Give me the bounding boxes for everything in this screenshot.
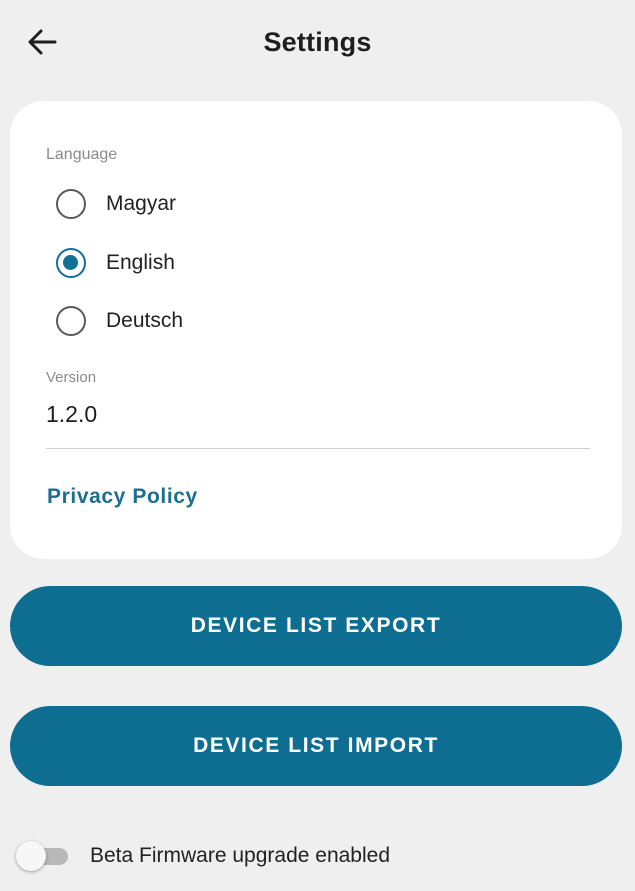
radio-button-magyar[interactable] bbox=[56, 189, 86, 219]
top-app-bar: Settings bbox=[0, 0, 635, 90]
radio-button-deutsch[interactable] bbox=[56, 306, 86, 336]
language-option-deutsch[interactable]: Deutsch bbox=[56, 301, 183, 341]
settings-screen: Settings Language Magyar English Deutsch… bbox=[0, 0, 635, 891]
language-option-label: Magyar bbox=[106, 192, 177, 215]
language-option-label: English bbox=[106, 251, 175, 274]
radio-button-english[interactable] bbox=[56, 248, 86, 278]
language-option-english[interactable]: English bbox=[56, 243, 175, 283]
settings-card: Language Magyar English Deutsch Version … bbox=[10, 101, 622, 559]
device-list-export-button[interactable]: DEVICE LIST EXPORT bbox=[10, 586, 622, 666]
beta-firmware-row: Beta Firmware upgrade enabled bbox=[14, 836, 390, 876]
version-label: Version bbox=[46, 369, 97, 386]
device-list-import-button[interactable]: DEVICE LIST IMPORT bbox=[10, 706, 622, 786]
beta-firmware-toggle[interactable] bbox=[14, 836, 74, 876]
toggle-thumb bbox=[16, 841, 46, 871]
version-value: 1.2.0 bbox=[46, 401, 98, 427]
language-label: Language bbox=[46, 146, 118, 163]
divider bbox=[46, 448, 590, 449]
beta-firmware-label: Beta Firmware upgrade enabled bbox=[90, 844, 391, 867]
page-title: Settings bbox=[263, 27, 372, 57]
privacy-policy-link[interactable]: Privacy Policy bbox=[47, 485, 198, 509]
language-option-magyar[interactable]: Magyar bbox=[56, 184, 176, 224]
language-option-label: Deutsch bbox=[106, 309, 184, 332]
